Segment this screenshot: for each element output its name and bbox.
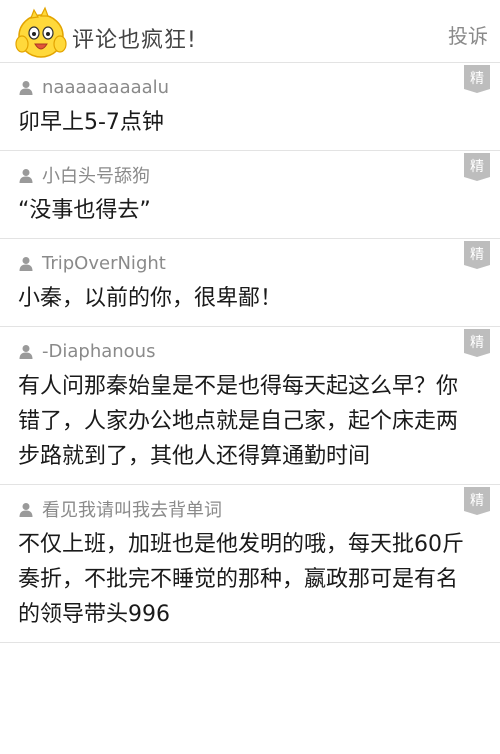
header: 评论也疯狂! 投诉 <box>0 0 500 63</box>
report-button[interactable]: 投诉 <box>448 20 488 49</box>
comment-user-row: -Diaphanous <box>18 335 472 367</box>
comment-item: 小白头号舔狗 “没事也得去” 精 <box>0 151 500 239</box>
comment-item: 看见我请叫我去背单词 不仅上班，加班也是他发明的哦，每天批60斤奏折，不批完不睡… <box>0 485 500 643</box>
comment-item: TripOverNight 小秦，以前的你，很卑鄙！ 精 <box>0 239 500 327</box>
comment-username[interactable]: 看见我请叫我去背单词 <box>42 496 222 522</box>
featured-badge-label: 精 <box>470 335 484 351</box>
comment-text: 有人问那秦始皇是不是也得每天起这么早？你错了，人家办公地点就是自己家，起个床走两… <box>18 374 459 469</box>
comment-username[interactable]: 小白头号舔狗 <box>42 162 150 188</box>
featured-badge-icon: 精 <box>464 241 490 269</box>
featured-badge-icon: 精 <box>464 65 490 93</box>
comment-username[interactable]: -Diaphanous <box>42 341 155 362</box>
user-icon <box>19 257 33 271</box>
mascot-icon <box>15 6 67 58</box>
featured-badge-label: 精 <box>470 159 484 175</box>
comment-text: “没事也得去” <box>18 198 151 223</box>
user-icon <box>19 345 33 359</box>
comment-user-row: 小白头号舔狗 <box>18 159 472 191</box>
user-icon <box>19 503 33 517</box>
user-icon <box>19 81 33 95</box>
featured-badge-icon: 精 <box>464 487 490 515</box>
featured-badge-label: 精 <box>470 493 484 509</box>
comment-user-row: naaaaaaaaalu <box>18 71 472 103</box>
featured-badge-icon: 精 <box>464 329 490 357</box>
comment-text: 不仅上班，加班也是他发明的哦，每天批60斤奏折，不批完不睡觉的那种，嬴政那可是有… <box>18 532 464 627</box>
comment-text: 卯早上5-7点钟 <box>18 110 164 135</box>
featured-badge-label: 精 <box>470 247 484 263</box>
comment-user-row: 看见我请叫我去背单词 <box>18 493 472 525</box>
comment-item: -Diaphanous 有人问那秦始皇是不是也得每天起这么早？你错了，人家办公地… <box>0 327 500 485</box>
header-title: 评论也疯狂! <box>72 28 197 53</box>
comment-username[interactable]: TripOverNight <box>42 253 166 274</box>
user-icon <box>19 169 33 183</box>
comment-item: naaaaaaaaalu 卯早上5-7点钟 精 <box>0 63 500 151</box>
featured-badge-label: 精 <box>470 71 484 87</box>
comment-text: 小秦，以前的你，很卑鄙！ <box>18 286 283 311</box>
comment-username[interactable]: naaaaaaaaalu <box>42 77 169 98</box>
comment-user-row: TripOverNight <box>18 247 472 279</box>
featured-badge-icon: 精 <box>464 153 490 181</box>
